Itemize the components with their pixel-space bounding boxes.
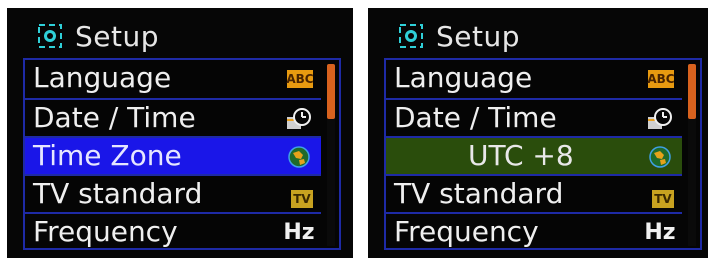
menu-item-date-time[interactable]: Date / Time bbox=[25, 98, 321, 136]
camera-screen-menu: Setup Language ABC Date / Time UTC +8 TV… bbox=[368, 8, 708, 258]
tv-icon: TV bbox=[652, 190, 674, 208]
time-zone-value-field[interactable]: UTC +8 bbox=[386, 136, 682, 174]
frequency-icon: Hz bbox=[283, 220, 315, 245]
menu-item-label: Language bbox=[394, 61, 533, 94]
tv-icon: TV bbox=[291, 190, 313, 208]
scrollbar[interactable] bbox=[327, 64, 335, 246]
menu-item-time-zone[interactable]: Time Zone bbox=[25, 136, 321, 174]
time-zone-value: UTC +8 bbox=[468, 139, 574, 172]
menu-item-label: Date / Time bbox=[33, 101, 196, 134]
menu-item-label: Frequency bbox=[394, 215, 539, 248]
menu-item-language[interactable]: Language ABC bbox=[25, 60, 321, 98]
menu-item-label: TV standard bbox=[394, 177, 564, 210]
menu-item-tv-standard[interactable]: TV standard TV bbox=[386, 174, 682, 212]
globe-icon bbox=[285, 144, 313, 170]
setup-menu-list: Language ABC Date / Time UTC +8 TV stand… bbox=[384, 58, 702, 250]
menu-item-label: Time Zone bbox=[33, 139, 182, 172]
menu-item-label: Language bbox=[33, 61, 172, 94]
menu-item-tv-standard[interactable]: TV standard TV bbox=[25, 174, 321, 212]
camera-screen-menu: Setup Language ABC Date / Time Time Zone bbox=[7, 8, 353, 258]
scrollbar[interactable] bbox=[688, 64, 696, 246]
menu-item-frequency[interactable]: Frequency Hz bbox=[386, 212, 682, 250]
menu-item-frequency[interactable]: Frequency Hz bbox=[25, 212, 321, 250]
menu-title: Setup bbox=[436, 19, 520, 53]
menu-title: Setup bbox=[75, 19, 159, 53]
menu-item-language[interactable]: Language ABC bbox=[386, 60, 682, 98]
clock-icon bbox=[285, 106, 313, 132]
setup-menu-list: Language ABC Date / Time Time Zone TV st… bbox=[23, 58, 341, 250]
menu-header: Setup bbox=[398, 18, 520, 54]
menu-item-label: Frequency bbox=[33, 215, 178, 248]
language-icon: ABC bbox=[647, 70, 675, 88]
setup-icon bbox=[399, 24, 423, 48]
menu-item-label: Date / Time bbox=[394, 101, 557, 134]
globe-icon bbox=[646, 144, 674, 170]
language-icon: ABC bbox=[286, 70, 314, 88]
scrollbar-thumb[interactable] bbox=[327, 64, 335, 119]
menu-item-label: TV standard bbox=[33, 177, 203, 210]
scrollbar-thumb[interactable] bbox=[688, 64, 696, 119]
clock-icon bbox=[646, 106, 674, 132]
menu-header: Setup bbox=[37, 18, 159, 54]
menu-item-date-time[interactable]: Date / Time bbox=[386, 98, 682, 136]
frequency-icon: Hz bbox=[644, 220, 676, 245]
setup-icon bbox=[38, 24, 62, 48]
